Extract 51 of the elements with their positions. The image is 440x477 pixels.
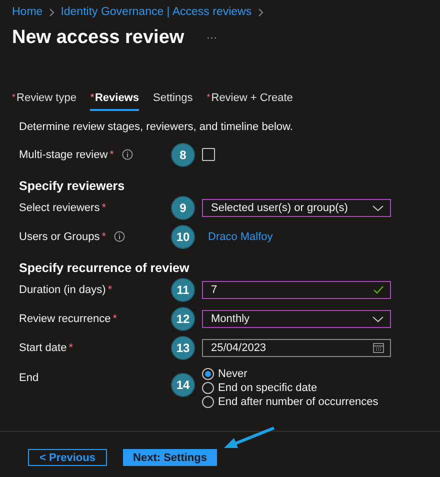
radio-label: End after number of occurrences xyxy=(218,396,378,408)
radio-button[interactable] xyxy=(202,396,214,408)
breadcrumb-link[interactable]: Home xyxy=(12,6,43,18)
radio-label: End on specific date xyxy=(218,382,318,394)
field-label: Duration (in days) xyxy=(19,284,106,296)
step-badge: 8 xyxy=(171,142,195,166)
date-field[interactable]: 25/04/2023 xyxy=(202,338,391,356)
chevron-down-icon xyxy=(372,314,384,322)
radio-button[interactable] xyxy=(202,382,214,394)
tab[interactable]: *Review + Create xyxy=(206,92,293,111)
step-badge: 9 xyxy=(171,196,195,220)
breadcrumb-link[interactable]: Identity Governance | Access reviews xyxy=(60,6,252,18)
user-link[interactable]: Draco Malfoy xyxy=(208,230,273,242)
input-field[interactable]: 7 xyxy=(202,280,391,298)
section-heading: Specify recurrence of review xyxy=(19,261,190,275)
checkmark-icon xyxy=(373,285,384,294)
field-label: Multi-stage review xyxy=(19,148,108,160)
description-text: Determine review stages, reviewers, and timeline below. xyxy=(19,121,294,133)
radio-label: Never xyxy=(218,368,248,380)
tab[interactable]: *Review type xyxy=(12,92,76,111)
step-badge: 12 xyxy=(171,306,195,330)
required-mark: * xyxy=(108,284,112,296)
next-button[interactable]: Next: Settings xyxy=(123,449,217,466)
step-badge: 14 xyxy=(171,373,195,397)
required-mark: * xyxy=(112,312,117,324)
chevron-right-icon xyxy=(48,8,55,16)
required-mark: * xyxy=(102,202,106,214)
step-badge: 10 xyxy=(171,224,195,248)
previous-button[interactable]: < Previous xyxy=(28,449,107,466)
dropdown[interactable]: Selected user(s) or group(s) xyxy=(202,198,391,216)
field-label: Start date xyxy=(19,342,67,354)
required-mark: * xyxy=(110,148,114,160)
required-mark: * xyxy=(68,342,73,354)
tab[interactable]: Settings xyxy=(152,92,193,111)
field-label: Select reviewers xyxy=(19,202,100,214)
section-heading: Specify reviewers xyxy=(19,179,126,193)
calendar-icon xyxy=(373,342,384,353)
radio-button[interactable] xyxy=(202,368,214,380)
chevron-right-icon xyxy=(258,8,264,16)
tab[interactable]: *Reviews xyxy=(90,92,139,111)
field-label: Users or Groups xyxy=(19,230,100,242)
step-badge: 13 xyxy=(171,336,195,360)
field-label: End xyxy=(19,372,39,384)
more-button[interactable]: ··· xyxy=(206,32,218,44)
required-mark: * xyxy=(102,230,106,242)
checkbox[interactable] xyxy=(202,148,215,161)
field-label: Review recurrence xyxy=(19,312,111,324)
dropdown[interactable]: Monthly xyxy=(202,310,391,328)
chevron-down-icon xyxy=(372,204,384,212)
page-title: New access review xyxy=(12,27,184,49)
step-badge: 11 xyxy=(171,278,195,302)
